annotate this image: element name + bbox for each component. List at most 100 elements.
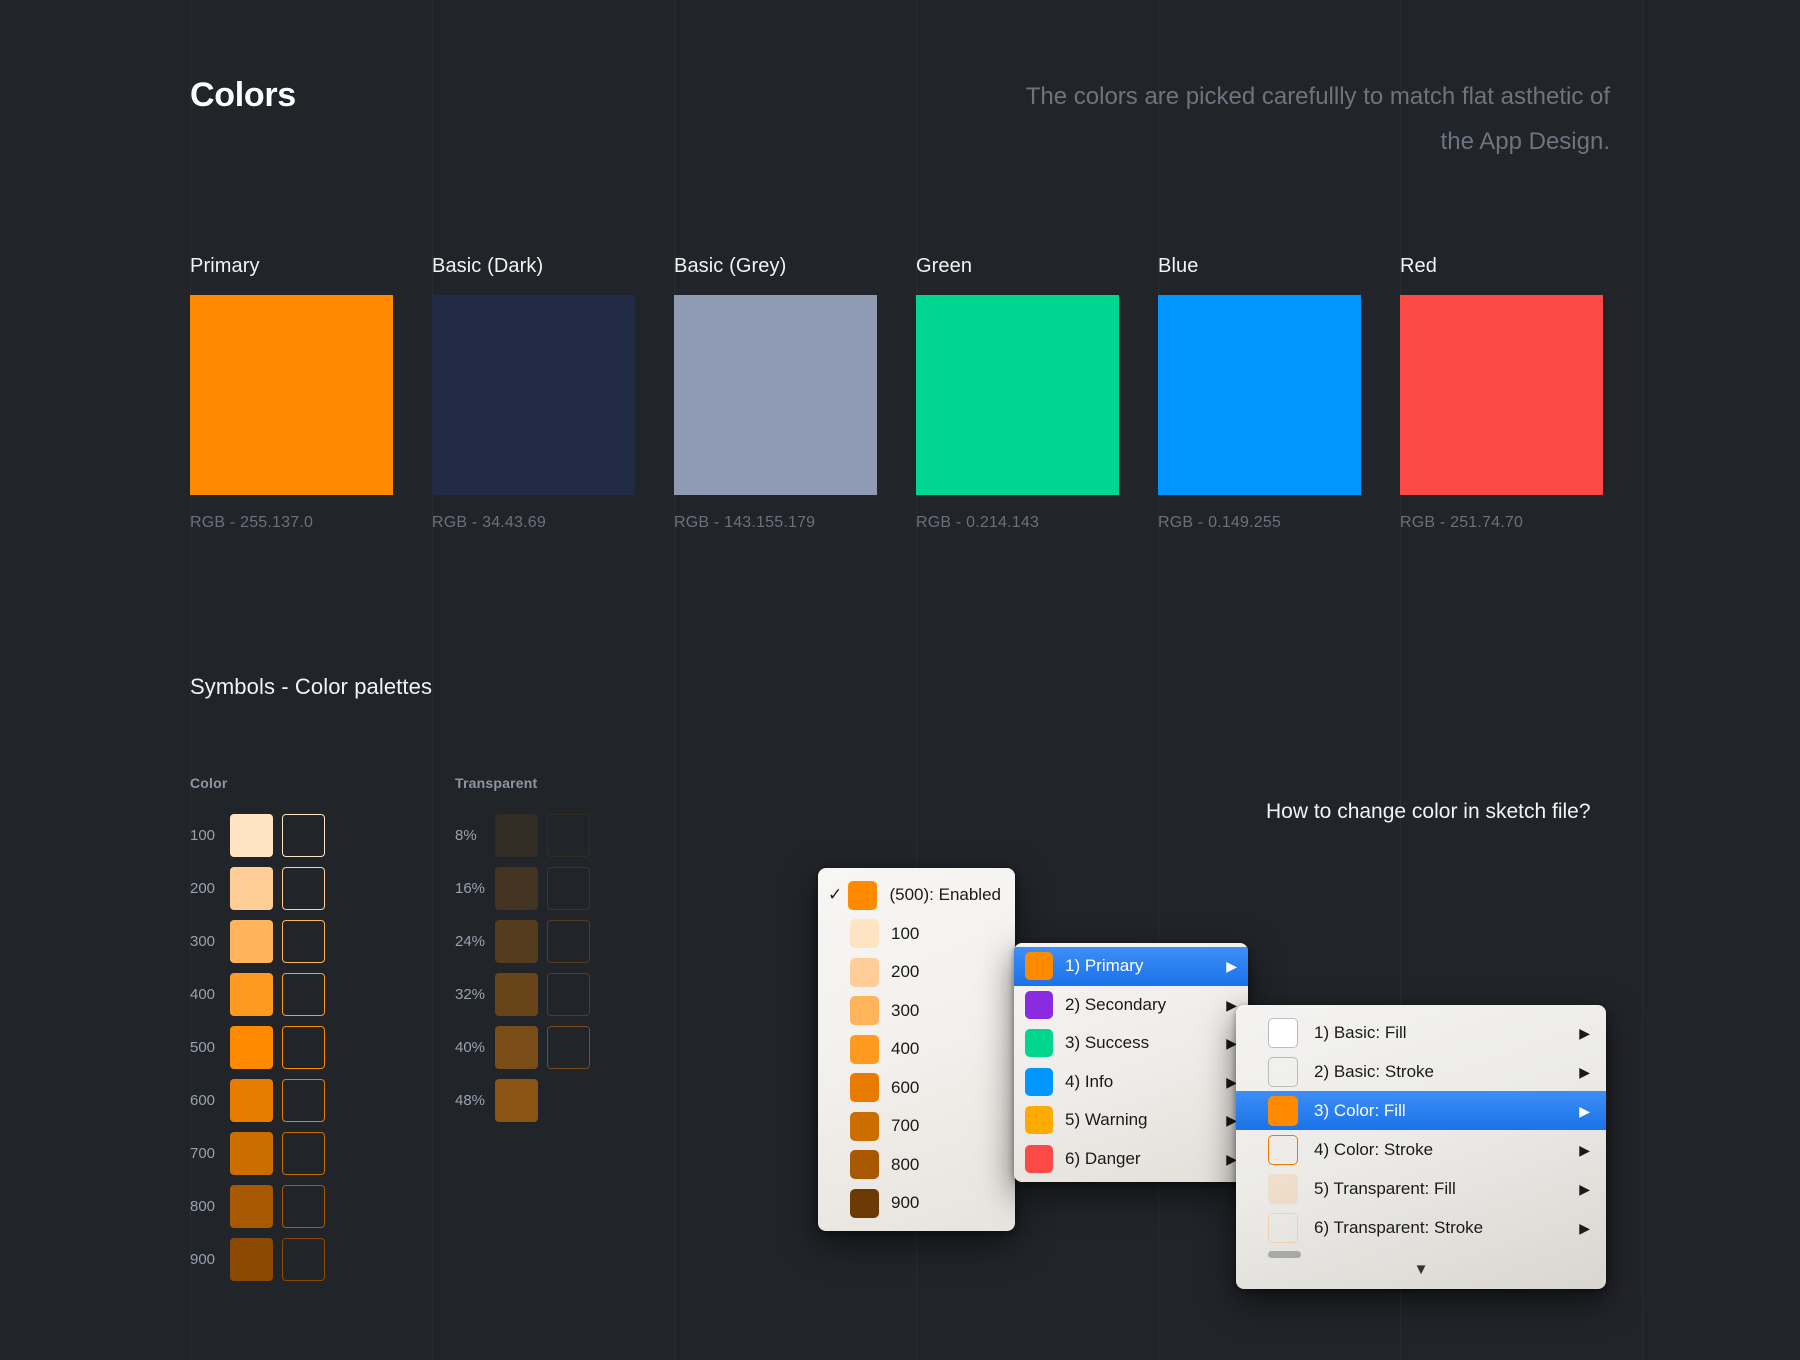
menu-item-swatch: [848, 881, 877, 910]
category-menu-item[interactable]: 2) Secondary▶: [1014, 986, 1248, 1025]
menu-item-swatch: [850, 919, 879, 948]
palette-fill-swatch[interactable]: [230, 973, 273, 1016]
menu-item-label: 3) Color: Fill: [1314, 1101, 1557, 1121]
color-swatch[interactable]: [432, 295, 635, 495]
scroll-handle[interactable]: [1268, 1251, 1301, 1258]
palette-stroke-swatch[interactable]: [547, 973, 590, 1016]
fill-stroke-menu-item[interactable]: 1) Basic: Fill▶: [1236, 1013, 1606, 1052]
swatch-menu-item[interactable]: ✓(500): Enabled: [818, 876, 1015, 915]
palette-fill-swatch[interactable]: [230, 1132, 273, 1175]
palette-fill-swatch[interactable]: [495, 867, 538, 910]
color-swatch[interactable]: [190, 295, 393, 495]
category-menu-item[interactable]: 1) Primary▶: [1014, 947, 1248, 986]
color-swatch[interactable]: [916, 295, 1119, 495]
swatch-rgb-value: RGB - 0.214.143: [916, 514, 1119, 532]
palette-group-color: Color 100200300400500600700800900: [190, 775, 334, 1286]
menu-item-label: 100: [891, 924, 1001, 944]
swatch-column: GreenRGB - 0.214.143: [916, 255, 1119, 532]
palette-row-label: 40%: [455, 1039, 495, 1056]
palette-stroke-swatch[interactable]: [282, 867, 325, 910]
palette-fill-swatch[interactable]: [495, 973, 538, 1016]
palette-row-label: 16%: [455, 880, 495, 897]
fill-stroke-menu-item[interactable]: 5) Transparent: Fill▶: [1236, 1169, 1606, 1208]
palette-row-label: 200: [190, 880, 230, 897]
palette-stroke-swatch[interactable]: [547, 867, 590, 910]
palette-row: 24%: [455, 915, 599, 968]
menu-footer: ▼: [1236, 1247, 1606, 1289]
swatch-menu-item[interactable]: 900: [818, 1184, 1015, 1223]
color-category-menu[interactable]: 1) Primary▶2) Secondary▶3) Success▶4) In…: [1014, 943, 1248, 1182]
color-swatch[interactable]: [674, 295, 877, 495]
menu-item-label: 6) Danger: [1065, 1149, 1204, 1169]
palette-fill-swatch[interactable]: [230, 1185, 273, 1228]
palette-fill-swatch[interactable]: [495, 814, 538, 857]
palette-row: 700: [190, 1127, 334, 1180]
swatch-menu-item[interactable]: 700: [818, 1107, 1015, 1146]
palette-fill-swatch[interactable]: [230, 1026, 273, 1069]
category-menu-item[interactable]: 4) Info▶: [1014, 1063, 1248, 1102]
palette-row: 300: [190, 915, 334, 968]
swatch-menu-item[interactable]: 400: [818, 1030, 1015, 1069]
palette-row: 400: [190, 968, 334, 1021]
swatch-rgb-value: RGB - 251.74.70: [1400, 514, 1603, 532]
header-description: The colors are picked carefullly to matc…: [990, 74, 1610, 164]
palette-stroke-swatch[interactable]: [282, 1079, 325, 1122]
page-canvas: Colors The colors are picked carefullly …: [0, 0, 1800, 1360]
palette-stroke-swatch[interactable]: [282, 920, 325, 963]
palette-fill-swatch[interactable]: [230, 1079, 273, 1122]
palette-stroke-swatch[interactable]: [282, 1238, 325, 1281]
palette-fill-swatch[interactable]: [230, 814, 273, 857]
palette-stroke-swatch[interactable]: [282, 1132, 325, 1175]
swatch-menu-item[interactable]: 100: [818, 915, 1015, 954]
palette-stroke-swatch[interactable]: [282, 1026, 325, 1069]
fill-stroke-menu[interactable]: 1) Basic: Fill▶2) Basic: Stroke▶3) Color…: [1236, 1005, 1606, 1289]
menu-item-label: 1) Primary: [1065, 956, 1204, 976]
menu-item-label: 300: [891, 1001, 1001, 1021]
chevron-down-icon[interactable]: ▼: [1236, 1261, 1606, 1278]
palette-fill-swatch[interactable]: [230, 920, 273, 963]
palette-stroke-swatch[interactable]: [547, 814, 590, 857]
palette-stroke-swatch[interactable]: [282, 973, 325, 1016]
fill-stroke-menu-item[interactable]: 4) Color: Stroke▶: [1236, 1130, 1606, 1169]
palette-row-label: 24%: [455, 933, 495, 950]
menu-item-label: 700: [891, 1116, 1001, 1136]
category-menu-item[interactable]: 3) Success▶: [1014, 1024, 1248, 1063]
palette-stroke-swatch[interactable]: [282, 1185, 325, 1228]
palette-fill-swatch[interactable]: [230, 867, 273, 910]
menu-item-label: 6) Transparent: Stroke: [1314, 1218, 1557, 1238]
menu-item-label: 5) Warning: [1065, 1110, 1204, 1130]
swatch-menu-item[interactable]: 300: [818, 992, 1015, 1031]
section-title-symbols: Symbols - Color palettes: [190, 674, 432, 700]
palette-stroke-swatch[interactable]: [547, 920, 590, 963]
color-swatch[interactable]: [1400, 295, 1603, 495]
category-menu-item[interactable]: 5) Warning▶: [1014, 1101, 1248, 1140]
category-menu-item[interactable]: 6) Danger▶: [1014, 1140, 1248, 1179]
menu-item-label: 2) Basic: Stroke: [1314, 1062, 1557, 1082]
palette-stroke-swatch[interactable]: [282, 814, 325, 857]
guide-line: [1642, 0, 1643, 1360]
palette-fill-swatch[interactable]: [230, 1238, 273, 1281]
color-swatch[interactable]: [1158, 295, 1361, 495]
palette-fill-swatch[interactable]: [495, 920, 538, 963]
menu-item-swatch: [1025, 1029, 1053, 1057]
swatch-column: PrimaryRGB - 255.137.0: [190, 255, 393, 532]
submenu-arrow-icon: ▶: [1579, 1221, 1590, 1235]
fill-stroke-menu-item[interactable]: 2) Basic: Stroke▶: [1236, 1052, 1606, 1091]
menu-item-swatch: [850, 1150, 879, 1179]
fill-stroke-menu-item[interactable]: 3) Color: Fill ▶: [1236, 1091, 1606, 1130]
palette-stroke-swatch[interactable]: [547, 1026, 590, 1069]
palette-fill-swatch[interactable]: [495, 1079, 538, 1122]
swatch-menu-item[interactable]: 200: [818, 953, 1015, 992]
fill-stroke-menu-item[interactable]: 6) Transparent: Stroke ▶: [1236, 1208, 1606, 1247]
swatch-label: Basic (Grey): [674, 255, 877, 278]
swatch-menu-item[interactable]: 800: [818, 1146, 1015, 1185]
menu-item-label: 900: [891, 1193, 1001, 1213]
submenu-arrow-icon: ▶: [1579, 1104, 1590, 1118]
swatch-label: Basic (Dark): [432, 255, 635, 278]
swatch-menu-item[interactable]: 600: [818, 1069, 1015, 1108]
palette-fill-swatch[interactable]: [495, 1026, 538, 1069]
page-title: Colors: [190, 76, 296, 115]
swatch-shade-menu[interactable]: ✓(500): Enabled 100 200 300 400 600 700 800 900: [818, 868, 1015, 1231]
guide-line: [674, 0, 675, 1360]
menu-item-label: 400: [891, 1039, 1001, 1059]
